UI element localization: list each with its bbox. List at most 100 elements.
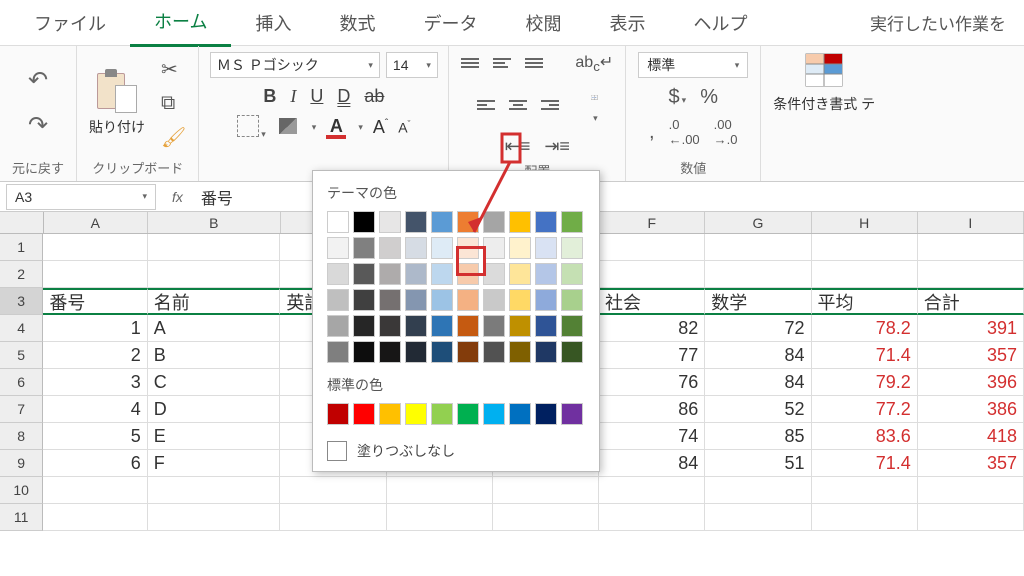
cell[interactable] xyxy=(705,477,811,504)
color-swatch[interactable] xyxy=(561,315,583,337)
cell[interactable] xyxy=(148,477,281,504)
cell[interactable]: 51 xyxy=(705,450,811,477)
color-swatch[interactable] xyxy=(457,403,479,425)
cell[interactable]: 3 xyxy=(43,369,147,396)
cell[interactable]: 79.2 xyxy=(812,369,918,396)
cell[interactable]: C xyxy=(148,369,281,396)
color-swatch[interactable] xyxy=(457,211,479,233)
color-swatch[interactable] xyxy=(431,263,453,285)
fill-color-button[interactable] xyxy=(276,118,300,138)
color-swatch[interactable] xyxy=(405,315,427,337)
color-swatch[interactable] xyxy=(353,403,375,425)
cell[interactable] xyxy=(280,477,386,504)
cell[interactable] xyxy=(705,234,811,261)
color-swatch[interactable] xyxy=(535,289,557,311)
color-swatch[interactable] xyxy=(561,289,583,311)
color-swatch[interactable] xyxy=(431,315,453,337)
color-swatch[interactable] xyxy=(405,263,427,285)
align-left-icon[interactable] xyxy=(477,100,495,110)
row-header[interactable]: 10 xyxy=(0,477,43,504)
color-swatch[interactable] xyxy=(353,315,375,337)
cell[interactable]: 78.2 xyxy=(812,315,918,342)
select-all-corner[interactable] xyxy=(0,212,44,233)
font-name-select[interactable]: ＭＳ Ｐゴシック▾ xyxy=(210,52,380,78)
color-swatch[interactable] xyxy=(509,341,531,363)
color-swatch[interactable] xyxy=(561,237,583,259)
number-format-select[interactable]: 標準▾ xyxy=(638,52,748,78)
borders-button[interactable]: ▾ xyxy=(237,115,266,140)
row-header[interactable]: 2 xyxy=(0,261,43,288)
cell[interactable] xyxy=(148,504,281,531)
color-swatch[interactable] xyxy=(561,211,583,233)
color-swatch[interactable] xyxy=(405,211,427,233)
color-swatch[interactable] xyxy=(509,237,531,259)
comma-button[interactable]: , xyxy=(649,121,655,144)
cell[interactable]: 71.4 xyxy=(812,342,918,369)
cell[interactable]: 391 xyxy=(918,315,1024,342)
row-header[interactable]: 8 xyxy=(0,423,43,450)
currency-button[interactable]: $▾ xyxy=(669,86,687,109)
color-swatch[interactable] xyxy=(535,263,557,285)
color-swatch[interactable] xyxy=(483,263,505,285)
color-swatch[interactable] xyxy=(561,263,583,285)
color-swatch[interactable] xyxy=(353,211,375,233)
cell[interactable] xyxy=(599,261,705,288)
row-header[interactable]: 7 xyxy=(0,396,43,423)
cell[interactable]: 74 xyxy=(599,423,705,450)
percent-button[interactable]: % xyxy=(700,86,718,109)
color-swatch[interactable] xyxy=(535,403,557,425)
align-bottom-icon[interactable] xyxy=(525,58,543,68)
cell[interactable]: F xyxy=(148,450,281,477)
fx-icon[interactable]: fx xyxy=(162,189,193,205)
color-swatch[interactable] xyxy=(405,289,427,311)
cell[interactable]: D xyxy=(148,396,281,423)
decrease-decimal-button[interactable]: .00→.0 xyxy=(714,117,738,147)
color-swatch[interactable] xyxy=(457,341,479,363)
color-swatch[interactable] xyxy=(353,289,375,311)
color-swatch[interactable] xyxy=(483,315,505,337)
cell[interactable]: 84 xyxy=(705,369,811,396)
cell[interactable]: 357 xyxy=(918,342,1024,369)
color-swatch[interactable] xyxy=(353,237,375,259)
color-swatch[interactable] xyxy=(379,403,401,425)
col-header-g[interactable]: G xyxy=(705,212,811,233)
cell[interactable] xyxy=(918,477,1024,504)
cell[interactable]: 72 xyxy=(705,315,811,342)
tell-me-search[interactable]: 実行したい作業を xyxy=(862,0,1014,45)
cell[interactable] xyxy=(43,261,147,288)
wrap-text-button[interactable]: abc↵ xyxy=(575,52,613,74)
tab-view[interactable]: 表示 xyxy=(585,0,669,46)
redo-icon[interactable]: ↷ xyxy=(28,111,48,140)
color-swatch[interactable] xyxy=(561,341,583,363)
cell[interactable]: 86 xyxy=(599,396,705,423)
format-painter-icon[interactable]: 🖌 xyxy=(161,125,186,150)
color-swatch[interactable] xyxy=(457,315,479,337)
cell[interactable] xyxy=(705,261,811,288)
cell[interactable] xyxy=(599,234,705,261)
cell[interactable]: 396 xyxy=(918,369,1024,396)
color-swatch[interactable] xyxy=(483,211,505,233)
increase-font-button[interactable]: Aˆ xyxy=(373,117,388,138)
color-swatch[interactable] xyxy=(457,263,479,285)
cell[interactable] xyxy=(812,477,918,504)
paste-button[interactable]: 貼り付け xyxy=(89,69,145,137)
cell[interactable]: B xyxy=(148,342,281,369)
italic-button[interactable]: I xyxy=(290,86,296,107)
cell[interactable]: 合計 xyxy=(918,288,1024,315)
cell[interactable] xyxy=(812,234,918,261)
cell[interactable] xyxy=(812,261,918,288)
row-header[interactable]: 4 xyxy=(0,315,43,342)
cell[interactable]: 4 xyxy=(43,396,147,423)
font-size-select[interactable]: 14▾ xyxy=(386,52,438,78)
color-swatch[interactable] xyxy=(327,403,349,425)
increase-indent-icon[interactable]: ⇥≡ xyxy=(544,136,570,157)
color-swatch[interactable] xyxy=(561,403,583,425)
color-swatch[interactable] xyxy=(405,237,427,259)
cut-icon[interactable]: ✂ xyxy=(161,57,186,82)
cell[interactable]: 1 xyxy=(43,315,147,342)
color-swatch[interactable] xyxy=(353,263,375,285)
cell[interactable] xyxy=(599,477,705,504)
color-swatch[interactable] xyxy=(483,237,505,259)
double-underline-button[interactable]: D xyxy=(337,86,350,107)
tab-file[interactable]: ファイル xyxy=(10,0,130,46)
